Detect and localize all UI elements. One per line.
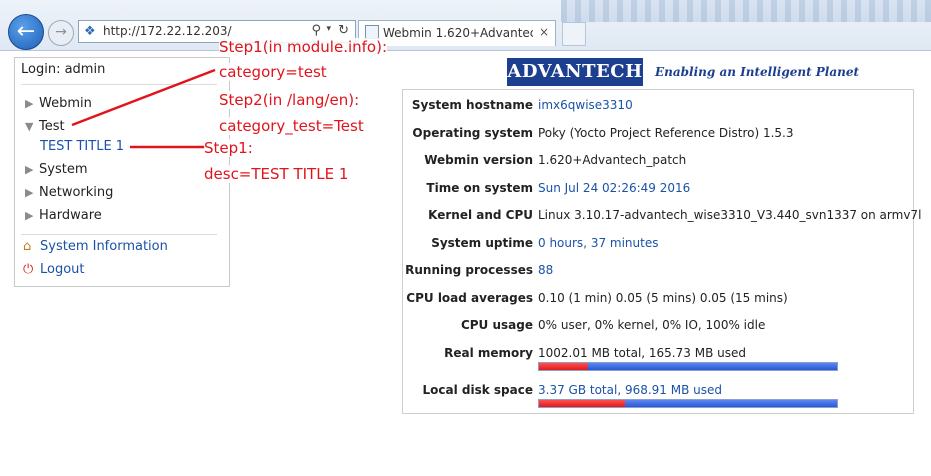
annotation-lines [71, 68, 216, 149]
annotation-pointer-line [71, 68, 216, 127]
annotation-step2-lang: Step2(in /lang/en): [219, 91, 360, 109]
annotation-step2-category: category_test=Test [219, 117, 364, 135]
annotation-step1-desc: desc=TEST TITLE 1 [204, 165, 349, 183]
annotation-step1-module: Step1(in module.info): [219, 38, 388, 56]
annotation-step1-category: category=test [219, 63, 327, 81]
annotation-step1-desc-title: Step1: [204, 139, 253, 157]
